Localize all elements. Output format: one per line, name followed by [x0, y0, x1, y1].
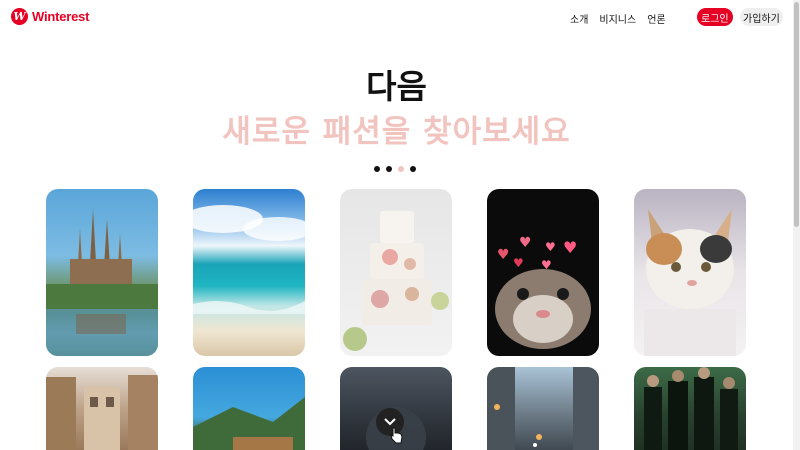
nav-business[interactable]: 비지니스 [599, 11, 636, 26]
svg-text:♥: ♥ [497, 247, 510, 263]
beach-photo [193, 189, 305, 356]
pin-card[interactable] [193, 189, 305, 356]
pin-card[interactable] [634, 367, 746, 450]
svg-text:♥: ♥ [513, 256, 524, 270]
svg-text:♥: ♥ [541, 258, 552, 272]
login-button[interactable]: 로그인 [697, 8, 733, 26]
city-street-photo [487, 367, 599, 450]
logo-text: Winterest [32, 9, 90, 24]
pin-card[interactable] [487, 367, 599, 450]
carousel-dots [374, 166, 416, 172]
svg-text:♥: ♥ [545, 240, 556, 254]
logo[interactable]: W Winterest [11, 8, 90, 25]
coastal-town-photo [193, 367, 305, 450]
carousel-dot[interactable] [374, 166, 380, 172]
hand-pointer-icon [390, 427, 403, 444]
carousel-dot[interactable] [410, 166, 416, 172]
nav-about[interactable]: 소개 [570, 11, 588, 26]
pin-card[interactable] [634, 189, 746, 356]
signup-button[interactable]: 가입하기 [740, 8, 783, 26]
pin-card[interactable] [193, 367, 305, 450]
svg-text:♥: ♥ [563, 238, 577, 257]
logo-icon: W [11, 8, 28, 25]
nav-press[interactable]: 언론 [647, 11, 665, 26]
painted-cake-photo [340, 189, 452, 356]
matrix-scene-photo [634, 367, 746, 450]
pin-card[interactable] [340, 189, 452, 356]
scrollbar[interactable] [793, 0, 800, 450]
sagrada-familia-photo [46, 189, 158, 356]
svg-text:♥: ♥ [519, 235, 532, 251]
top-nav: 소개 비지니스 언론 [570, 11, 666, 26]
pin-card[interactable]: ♥ ♥ ♥ ♥ ♥ ♥ [487, 189, 599, 356]
carousel-dot[interactable] [386, 166, 392, 172]
pin-card[interactable] [46, 189, 158, 356]
old-street-photo [46, 367, 158, 450]
pin-card[interactable] [46, 367, 158, 450]
hero-title: 다음 [366, 67, 427, 106]
calico-cat-photo [634, 189, 746, 356]
scrollbar-thumb[interactable] [794, 2, 799, 227]
carousel-dot-active[interactable] [398, 166, 404, 172]
header: W Winterest 소개 비지니스 언론 로그인 가입하기 [0, 0, 800, 36]
cat-with-hearts-photo: ♥ ♥ ♥ ♥ ♥ ♥ [487, 189, 599, 356]
hero-subtitle: 새로운 패션을 찾아보세요 [222, 114, 571, 150]
